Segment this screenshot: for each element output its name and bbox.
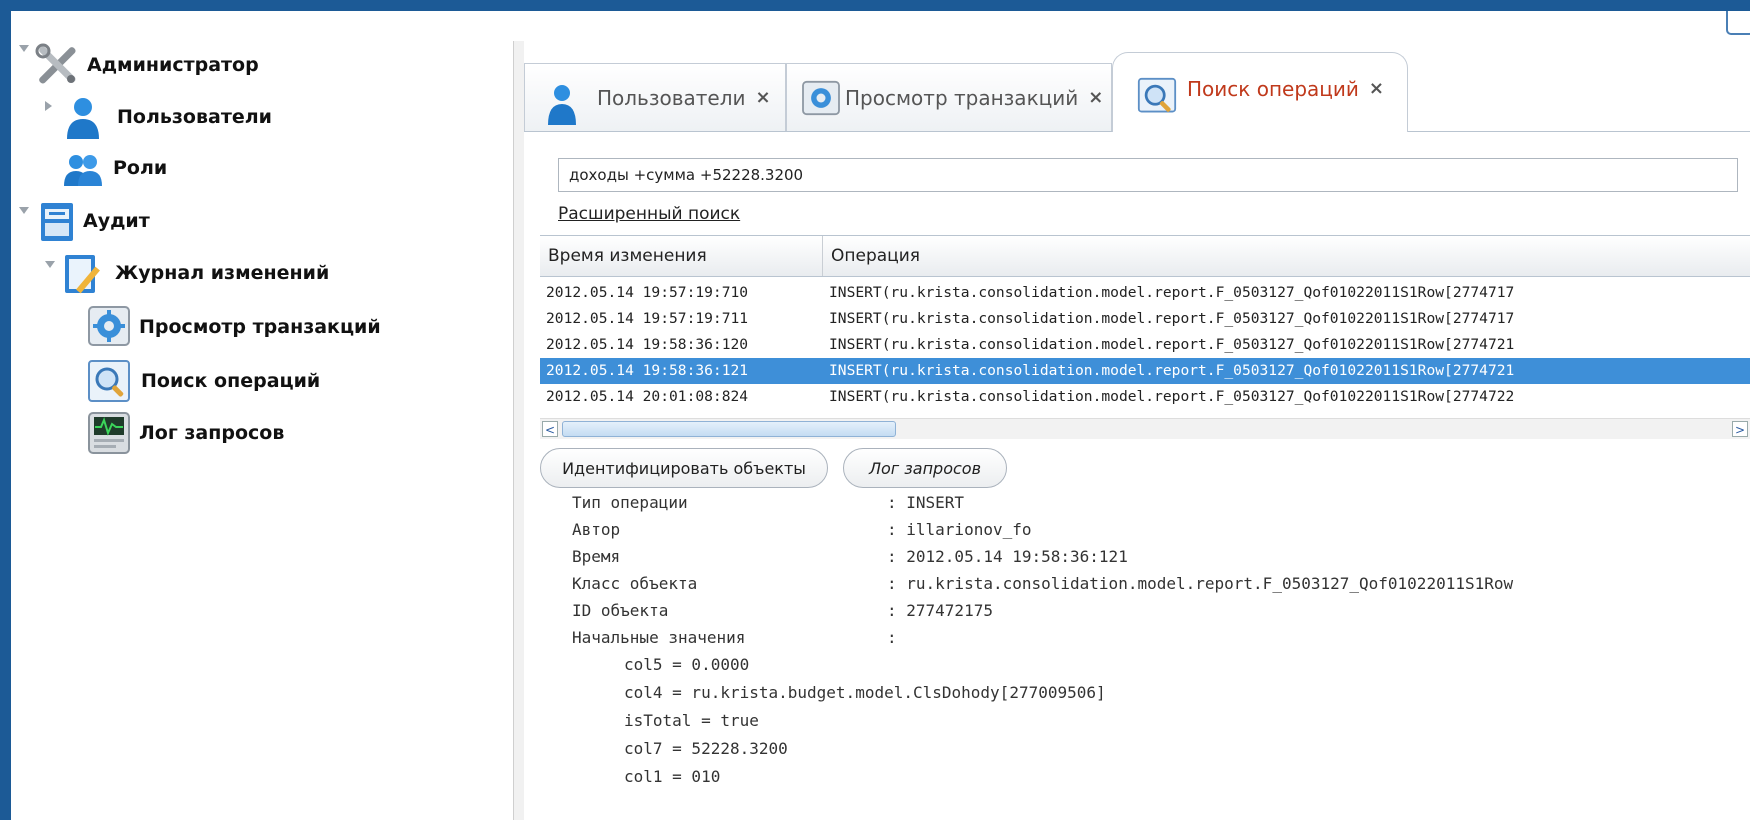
audit-icon (35, 199, 79, 243)
detail-row-operation-type: Тип операции : INSERT (572, 489, 964, 516)
window-corner-icon[interactable] (1726, 11, 1750, 35)
detail-value: : ru.krista.consolidation.model.report.F… (887, 574, 1514, 593)
initial-value-line: col7 = 52228.3200 (624, 739, 788, 758)
tree-item-label: Лог запросов (139, 422, 285, 444)
cell-operation: INSERT(ru.krista.consolidation.model.rep… (829, 284, 1515, 301)
identify-objects-button[interactable]: Идентифицировать объекты (540, 448, 828, 488)
tree-item-label: Поиск операций (141, 370, 321, 392)
tree-item-users[interactable]: Пользователи (61, 93, 272, 141)
tree-item-label: Просмотр транзакций (139, 316, 381, 338)
tab-label: Поиск операций (1187, 76, 1359, 101)
tree-item-administrator[interactable]: Администратор (35, 41, 259, 89)
cell-operation: INSERT(ru.krista.consolidation.model.rep… (829, 362, 1515, 379)
close-icon[interactable]: × (756, 87, 771, 108)
cell-operation: INSERT(ru.krista.consolidation.model.rep… (829, 310, 1515, 327)
cell-time: 2012.05.14 19:57:19:710 (546, 284, 749, 301)
detail-row-object-class: Класс объекта : ru.krista.consolidation.m… (572, 570, 1513, 597)
tree-item-label: Журнал изменений (115, 262, 330, 284)
table-header: Время изменения Операция (540, 236, 1750, 277)
tab-label: Просмотр транзакций (845, 85, 1079, 110)
detail-key: Автор (572, 520, 621, 539)
cell-time: 2012.05.14 20:01:08:824 (546, 388, 749, 405)
collapse-arrow-icon[interactable] (45, 101, 52, 111)
journal-icon (61, 251, 105, 295)
tree-item-change-journal[interactable]: Журнал изменений (61, 249, 329, 297)
tree-item-label: Пользователи (117, 106, 272, 128)
detail-key: Начальные значения (572, 628, 746, 647)
detail-value: : INSERT (887, 493, 965, 512)
expand-arrow-icon[interactable] (19, 45, 29, 52)
close-icon[interactable]: × (1369, 78, 1384, 99)
table-row[interactable]: 2012.05.14 19:57:19:710 INSERT(ru.krista… (540, 280, 1750, 306)
detail-row-author: Автор : illarionov_fo (572, 516, 1032, 543)
cell-time: 2012.05.14 19:57:19:711 (546, 310, 749, 327)
initial-value-line: isTotal = true (624, 711, 759, 730)
gear-monitor-icon (87, 305, 131, 349)
content-panel: Пользователи × Просмотр транзакций × Пои… (524, 11, 1750, 820)
initial-value-line: col5 = 0.0000 (624, 655, 750, 674)
tree-item-operation-search[interactable]: Поиск операций (87, 357, 320, 405)
column-header-operation[interactable]: Операция (823, 236, 1750, 276)
navigation-tree: Администратор Пользователи Роли Аудит Жу… (11, 11, 511, 820)
tab-strip: Пользователи × Просмотр транзакций × Пои… (524, 52, 1750, 132)
user-icon (61, 95, 105, 139)
scroll-thumb[interactable] (562, 421, 896, 437)
initial-value-line: col4 = ru.krista.budget.model.ClsDohody[… (624, 683, 1106, 702)
cell-operation: INSERT(ru.krista.consolidation.model.rep… (829, 388, 1515, 405)
detail-key: Тип операции (572, 493, 688, 512)
magnifier-icon (1137, 77, 1177, 117)
detail-value: : 2012.05.14 19:58:36:121 (887, 547, 1128, 566)
table-row[interactable]: 2012.05.14 20:01:08:824 INSERT(ru.krista… (540, 384, 1750, 410)
tools-icon (35, 43, 79, 87)
tab-label: Пользователи (597, 85, 746, 110)
table-row[interactable]: 2012.05.14 19:58:36:120 INSERT(ru.krista… (540, 332, 1750, 358)
cell-operation: INSERT(ru.krista.consolidation.model.rep… (829, 336, 1515, 353)
tree-item-roles[interactable]: Роли (61, 144, 167, 192)
cell-time: 2012.05.14 19:58:36:121 (546, 362, 749, 379)
initial-value-line: col1 = 010 (624, 767, 721, 786)
detail-key: ID объекта (572, 601, 669, 620)
request-log-button[interactable]: Лог запросов (843, 448, 1007, 488)
scroll-right-icon[interactable]: > (1732, 421, 1748, 437)
tree-item-label: Роли (113, 157, 168, 179)
detail-value: : 277472175 (887, 601, 993, 620)
detail-row-time: Время : 2012.05.14 19:58:36:121 (572, 543, 1128, 570)
tree-item-transactions[interactable]: Просмотр транзакций (87, 303, 381, 351)
expand-arrow-icon[interactable] (45, 261, 55, 268)
detail-row-initial-values: Начальные значения: (572, 624, 897, 651)
detail-value: : illarionov_fo (887, 520, 1032, 539)
detail-key: Класс объекта (572, 574, 698, 593)
detail-key: Время (572, 547, 621, 566)
tab-transactions[interactable]: Просмотр транзакций × (786, 63, 1112, 131)
table-row-selected[interactable]: 2012.05.14 19:58:36:121 INSERT(ru.krista… (540, 358, 1750, 384)
close-icon[interactable]: × (1088, 87, 1103, 108)
tree-item-label: Аудит (83, 210, 150, 232)
users-group-icon (61, 146, 105, 190)
app-window: Администратор Пользователи Роли Аудит Жу… (11, 11, 1750, 820)
advanced-search-link[interactable]: Расширенный поиск (558, 204, 740, 224)
search-input[interactable] (558, 158, 1738, 192)
scroll-left-icon[interactable]: < (542, 421, 558, 437)
cell-time: 2012.05.14 19:58:36:120 (546, 336, 749, 353)
tree-item-request-log[interactable]: Лог запросов (87, 409, 284, 457)
expand-arrow-icon[interactable] (19, 207, 29, 214)
detail-value: : (887, 628, 897, 647)
horizontal-scrollbar[interactable]: < > (540, 418, 1750, 439)
magnifier-icon (87, 359, 131, 403)
tree-item-audit[interactable]: Аудит (35, 197, 150, 245)
log-monitor-icon (87, 411, 131, 455)
detail-row-object-id: ID объекта : 277472175 (572, 597, 993, 624)
table-row[interactable]: 2012.05.14 19:57:19:711 INSERT(ru.krista… (540, 306, 1750, 332)
tree-item-label: Администратор (87, 54, 259, 76)
column-header-time[interactable]: Время изменения (540, 236, 823, 276)
user-icon (545, 81, 579, 125)
operations-table: Время изменения Операция 2012.05.14 19:5… (540, 235, 1750, 439)
tab-users[interactable]: Пользователи × (524, 63, 786, 131)
tab-operation-search[interactable]: Поиск операций × (1112, 52, 1408, 132)
gear-monitor-icon (801, 80, 841, 116)
